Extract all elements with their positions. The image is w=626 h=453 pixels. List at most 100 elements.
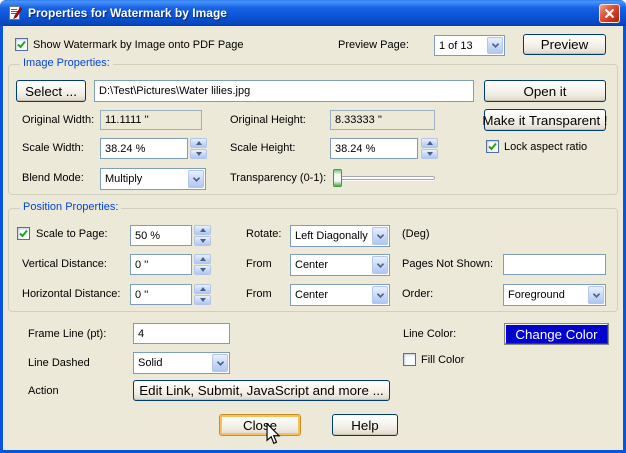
- scale-width-label: Scale Width:: [22, 142, 84, 154]
- deg-label: (Deg): [402, 228, 430, 240]
- close-button[interactable]: Close: [219, 414, 301, 436]
- vertical-from-label: From: [246, 258, 272, 270]
- horizontal-distance-input[interactable]: 0 '': [130, 284, 192, 305]
- scale-to-page-input[interactable]: 50 %: [130, 225, 192, 246]
- spin-down-button[interactable]: [194, 265, 211, 275]
- original-width-value: 11.1111 '': [100, 110, 202, 130]
- change-color-button[interactable]: Change Color: [505, 324, 608, 344]
- chevron-down-icon[interactable]: [188, 170, 204, 188]
- chevron-down-icon[interactable]: [588, 286, 604, 304]
- spin-down-button[interactable]: [190, 149, 207, 159]
- vertical-from-select[interactable]: Center: [290, 254, 390, 276]
- original-height-value: 8.33333 '': [330, 110, 435, 130]
- chevron-down-icon[interactable]: [212, 354, 228, 372]
- spin-up-button[interactable]: [190, 138, 207, 148]
- triangle-up-icon: [426, 141, 433, 145]
- vertical-distance-input[interactable]: 0 '': [130, 254, 192, 275]
- lock-aspect-ratio-label: Lock aspect ratio: [504, 141, 588, 153]
- show-watermark-checkbox[interactable]: [15, 38, 28, 51]
- order-value: Foreground: [508, 289, 565, 301]
- triangle-up-icon: [199, 287, 206, 291]
- scale-width-input[interactable]: 38.24 %: [100, 138, 188, 159]
- chevron-down-icon[interactable]: [487, 37, 503, 54]
- help-button[interactable]: Help: [332, 414, 398, 436]
- horizontal-distance-spinner[interactable]: [194, 284, 211, 305]
- frame-line-input[interactable]: 4: [133, 323, 230, 344]
- spin-down-button[interactable]: [421, 149, 438, 159]
- line-dashed-value: Solid: [138, 357, 163, 369]
- slider-thumb[interactable]: [333, 169, 342, 187]
- check-icon: [19, 229, 28, 238]
- triangle-down-icon: [199, 239, 206, 243]
- rotate-label: Rotate:: [246, 228, 282, 240]
- preview-page-label: Preview Page:: [338, 39, 409, 51]
- line-dashed-select[interactable]: Solid: [133, 352, 230, 374]
- triangle-up-icon: [199, 257, 206, 261]
- triangle-up-icon: [195, 141, 202, 145]
- horizontal-distance-label: Horizontal Distance:: [22, 288, 121, 300]
- blend-mode-label: Blend Mode:: [22, 172, 84, 184]
- triangle-down-icon: [199, 298, 206, 302]
- horizontal-from-label: From: [246, 288, 272, 300]
- make-transparent-button[interactable]: Make it Transparent !: [482, 109, 608, 131]
- close-window-button[interactable]: [599, 4, 620, 23]
- window-title: Properties for Watermark by Image: [28, 6, 227, 20]
- scale-to-page-spinner[interactable]: [194, 225, 211, 246]
- action-button[interactable]: Edit Link, Submit, JavaScript and more .…: [133, 380, 390, 401]
- image-path-input[interactable]: D:\Test\Pictures\Water lilies.jpg: [94, 80, 474, 102]
- chevron-down-icon[interactable]: [372, 256, 388, 274]
- chevron-down-icon[interactable]: [372, 286, 388, 304]
- triangle-down-icon: [195, 152, 202, 156]
- triangle-down-icon: [426, 152, 433, 156]
- check-icon: [488, 142, 497, 151]
- action-label: Action: [28, 385, 59, 397]
- fill-color-label: Fill Color: [421, 354, 465, 366]
- lock-aspect-ratio-checkbox[interactable]: [486, 140, 499, 153]
- blend-mode-value: Multiply: [105, 173, 143, 185]
- blend-mode-select[interactable]: Multiply: [100, 168, 206, 190]
- app-icon: [9, 6, 22, 20]
- image-properties-title: Image Properties:: [20, 57, 113, 69]
- open-image-button[interactable]: Open it: [484, 80, 606, 102]
- scale-width-spinner[interactable]: [190, 138, 207, 159]
- pages-not-shown-input[interactable]: [503, 254, 606, 275]
- title-bar[interactable]: Properties for Watermark by Image: [0, 0, 626, 26]
- show-watermark-label: Show Watermark by Image onto PDF Page: [33, 39, 244, 51]
- line-color-label: Line Color:: [403, 328, 457, 340]
- transparency-label: Transparency (0-1):: [230, 172, 327, 184]
- order-select[interactable]: Foreground: [503, 284, 606, 306]
- scale-height-spinner[interactable]: [421, 138, 438, 159]
- scale-height-input[interactable]: 38.24 %: [330, 138, 418, 159]
- original-height-label: Original Height:: [230, 114, 306, 126]
- position-properties-title: Position Properties:: [20, 201, 122, 213]
- spin-up-button[interactable]: [194, 254, 211, 264]
- spin-up-button[interactable]: [194, 284, 211, 294]
- chevron-down-icon[interactable]: [372, 227, 388, 245]
- order-label: Order:: [402, 288, 434, 300]
- triangle-up-icon: [199, 228, 206, 232]
- select-image-button[interactable]: Select ...: [16, 80, 86, 102]
- transparency-slider[interactable]: [333, 176, 435, 180]
- rotate-select[interactable]: Left Diagonally: [290, 225, 390, 247]
- horizontal-from-value: Center: [295, 289, 329, 301]
- rotate-value: Left Diagonally: [295, 230, 368, 242]
- line-dashed-label: Line Dashed: [28, 357, 90, 369]
- horizontal-from-select[interactable]: Center: [290, 284, 390, 306]
- vertical-distance-spinner[interactable]: [194, 254, 211, 275]
- dialog-window: Properties for Watermark by Image Show W…: [0, 0, 626, 453]
- frame-line-label: Frame Line (pt):: [28, 328, 107, 340]
- scale-to-page-label: Scale to Page:: [36, 228, 108, 240]
- triangle-down-icon: [199, 268, 206, 272]
- pages-not-shown-label: Pages Not Shown:: [402, 258, 494, 270]
- fill-color-checkbox[interactable]: [403, 353, 416, 366]
- spin-down-button[interactable]: [194, 295, 211, 305]
- scale-to-page-checkbox[interactable]: [17, 227, 30, 240]
- vertical-from-value: Center: [295, 259, 329, 271]
- close-icon: [605, 9, 614, 18]
- preview-button[interactable]: Preview: [523, 34, 606, 55]
- preview-page-select[interactable]: 1 of 13: [434, 35, 505, 56]
- spin-up-button[interactable]: [421, 138, 438, 148]
- spin-down-button[interactable]: [194, 236, 211, 246]
- check-icon: [17, 40, 26, 49]
- spin-up-button[interactable]: [194, 225, 211, 235]
